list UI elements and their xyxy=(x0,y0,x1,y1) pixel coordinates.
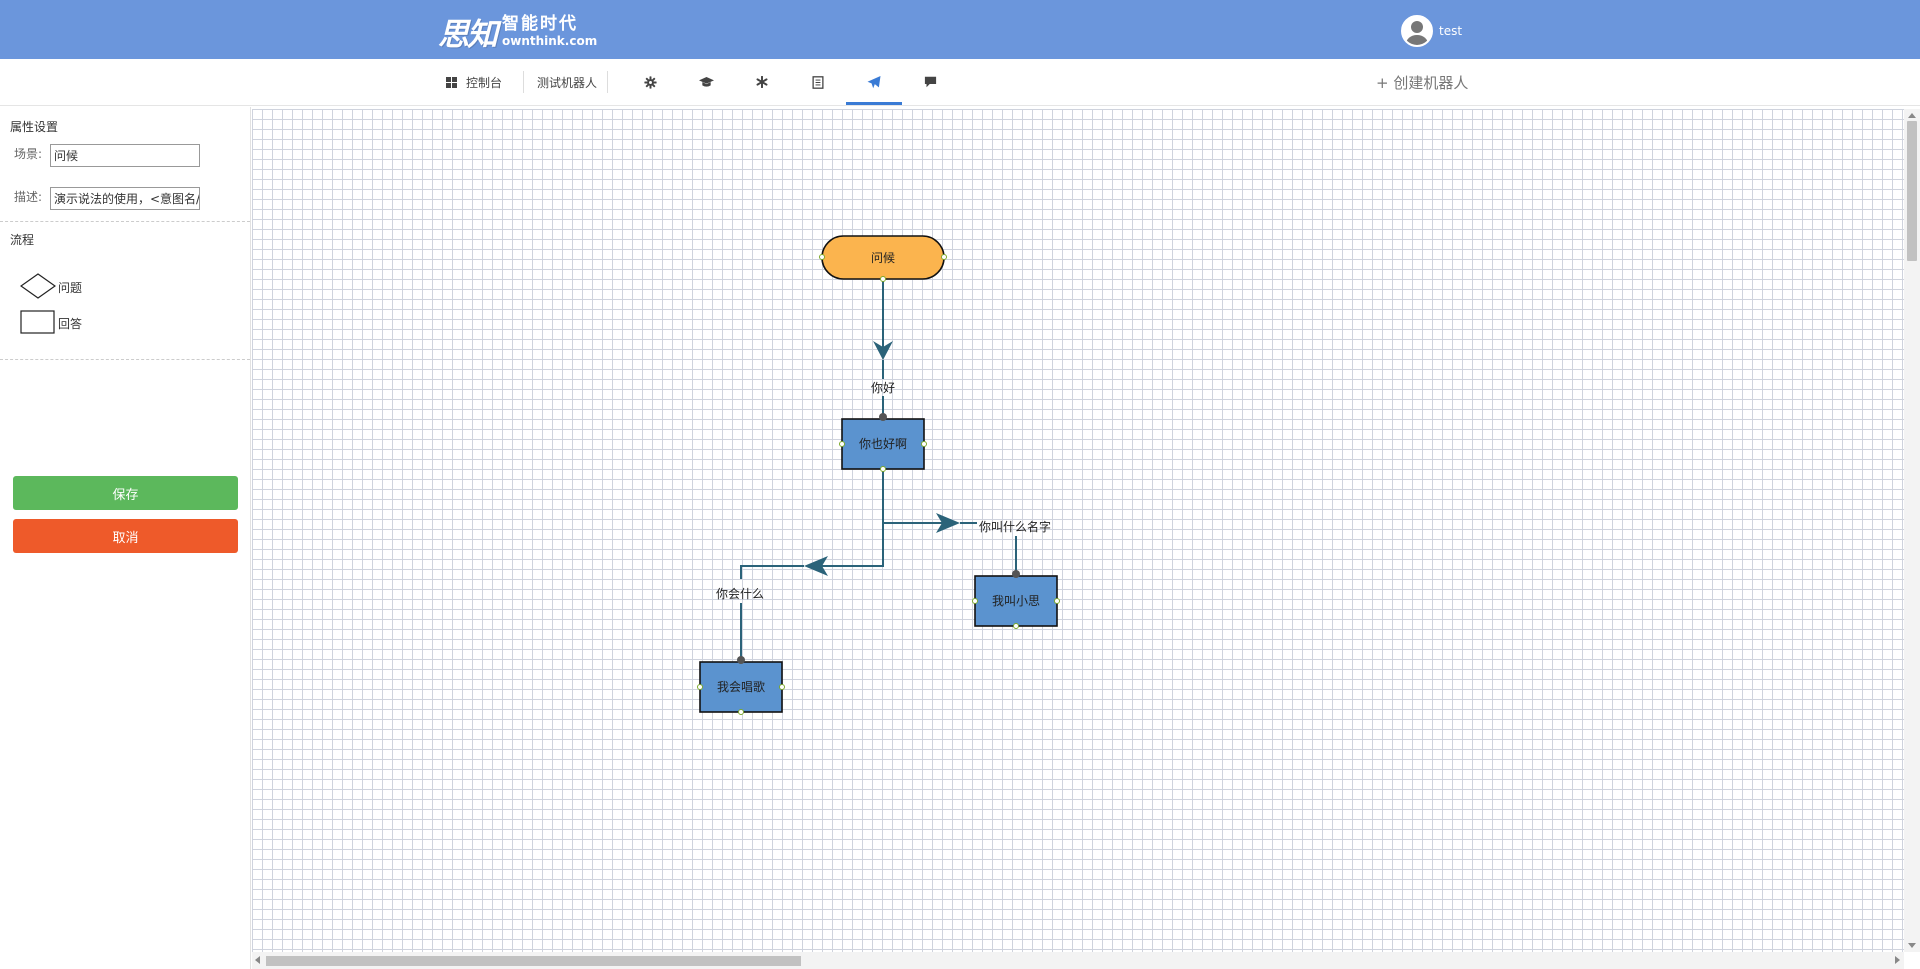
nav-flow[interactable] xyxy=(860,59,888,105)
create-robot-label: + 创建机器人 xyxy=(1376,73,1469,92)
user-menu[interactable]: test xyxy=(1401,15,1462,47)
nav-dashboard-label: 控制台 xyxy=(465,75,502,90)
properties-title: 属性设置 xyxy=(10,120,59,134)
nav-dashboard[interactable]: 控制台 xyxy=(443,59,505,105)
top-header: 思知 智能时代 ownthink.com test xyxy=(0,0,1920,59)
nav-knowledge[interactable] xyxy=(804,59,832,105)
nav-entities[interactable] xyxy=(748,59,776,105)
edge-line xyxy=(882,470,942,524)
nav-settings[interactable] xyxy=(636,59,664,105)
nav-robot-name[interactable]: 测试机器人 xyxy=(532,59,602,105)
dashboard-icon xyxy=(445,76,457,88)
paper-plane-icon xyxy=(867,75,881,88)
edge-start-to-a1[interactable]: 你好 xyxy=(871,280,895,417)
graduation-cap-icon xyxy=(698,77,714,87)
avatar xyxy=(1401,15,1433,47)
answer-node-label: 我会唱歌 xyxy=(717,679,765,694)
connection-port[interactable] xyxy=(880,466,886,472)
shape-question-label: 问题 xyxy=(58,281,83,295)
answer-node-label: 你也好啊 xyxy=(859,437,907,451)
connection-port[interactable] xyxy=(738,709,744,715)
input-port[interactable] xyxy=(1012,570,1020,578)
answer-node-a2[interactable]: 我叫小思 xyxy=(972,570,1060,629)
start-node-label: 问候 xyxy=(871,251,895,265)
connection-port[interactable] xyxy=(819,254,825,260)
shape-answer[interactable]: 回答 xyxy=(20,309,110,335)
logo-mark: 思知 xyxy=(438,16,498,53)
start-node[interactable]: 问候 xyxy=(819,235,947,282)
nav-chat[interactable] xyxy=(916,59,944,105)
username: test xyxy=(1439,24,1463,38)
edge-a1-to-a2[interactable]: 你叫什么名字 xyxy=(882,470,1051,573)
nav-training[interactable] xyxy=(692,59,720,105)
nav-bar: 控制台 测试机器人 + 创建机器人 xyxy=(0,59,1920,106)
connection-port[interactable] xyxy=(697,684,703,690)
logo[interactable]: 思知 智能时代 ownthink.com xyxy=(438,12,598,53)
active-tab-indicator xyxy=(846,102,902,105)
comment-icon xyxy=(924,76,936,88)
input-port[interactable] xyxy=(879,413,887,421)
horizontal-scroll-thumb[interactable] xyxy=(266,956,801,966)
connection-port[interactable] xyxy=(1013,623,1019,629)
asterisk-icon xyxy=(756,76,768,88)
connection-port[interactable] xyxy=(839,441,845,447)
vertical-scroll-thumb[interactable] xyxy=(1907,121,1917,261)
diamond-icon xyxy=(20,273,56,299)
flow-canvas[interactable]: 你好 你叫什么名字 你会什么 问候 你也好啊 我叫小思 我会唱歌 xyxy=(252,109,1904,952)
book-icon xyxy=(812,75,824,89)
scroll-left-icon[interactable] xyxy=(255,956,260,964)
scene-label: 场景: xyxy=(14,147,43,161)
edge-line xyxy=(822,523,884,567)
horizontal-scrollbar[interactable] xyxy=(252,952,1904,969)
connection-port[interactable] xyxy=(779,684,785,690)
logo-title: 智能时代 xyxy=(502,13,578,34)
connection-port[interactable] xyxy=(1054,598,1060,604)
edge-label: 你会什么 xyxy=(716,587,764,601)
create-robot-button[interactable]: + 创建机器人 xyxy=(1376,59,1468,105)
input-port[interactable] xyxy=(737,656,745,664)
shape-answer-label: 回答 xyxy=(58,317,83,331)
scene-input[interactable]: 问候 xyxy=(50,144,200,167)
description-input[interactable]: 演示说法的使用，<意图名/ xyxy=(50,187,200,210)
scroll-down-icon[interactable] xyxy=(1908,943,1916,948)
vertical-scrollbar[interactable] xyxy=(1904,109,1920,952)
connection-port[interactable] xyxy=(880,276,886,282)
save-button[interactable]: 保存 xyxy=(13,476,238,510)
answer-node-label: 我叫小思 xyxy=(992,594,1040,608)
logo-domain: ownthink.com xyxy=(502,33,598,48)
shape-question[interactable]: 问题 xyxy=(20,273,110,299)
edge-line xyxy=(740,565,804,579)
description-label: 描述: xyxy=(14,190,43,204)
connection-port[interactable] xyxy=(972,598,978,604)
answer-node-a1[interactable]: 你也好啊 xyxy=(839,413,927,472)
connection-port[interactable] xyxy=(921,441,927,447)
scroll-right-icon[interactable] xyxy=(1895,956,1900,964)
flow-title: 流程 xyxy=(10,233,35,247)
cancel-button[interactable]: 取消 xyxy=(13,519,238,553)
flow-diagram: 你好 你叫什么名字 你会什么 问候 你也好啊 我叫小思 我会唱歌 xyxy=(697,235,1060,715)
edge-label: 你叫什么名字 xyxy=(979,519,1051,534)
nav-divider xyxy=(607,71,608,93)
gear-icon xyxy=(643,75,657,89)
answer-node-a3[interactable]: 我会唱歌 xyxy=(697,656,785,715)
scroll-up-icon[interactable] xyxy=(1908,113,1916,118)
rectangle-icon xyxy=(20,310,55,334)
properties-sidebar: 属性设置 场景: 问候 描述: 演示说法的使用，<意图名/ 流程 问题 回答 保… xyxy=(0,107,251,969)
robot-name-label: 测试机器人 xyxy=(536,75,597,90)
edge-label: 你好 xyxy=(871,381,895,395)
divider xyxy=(0,221,250,222)
connection-port[interactable] xyxy=(941,254,947,260)
edge-a1-to-a3[interactable]: 你会什么 xyxy=(716,523,884,658)
nav-divider xyxy=(523,71,524,93)
divider xyxy=(0,359,250,360)
